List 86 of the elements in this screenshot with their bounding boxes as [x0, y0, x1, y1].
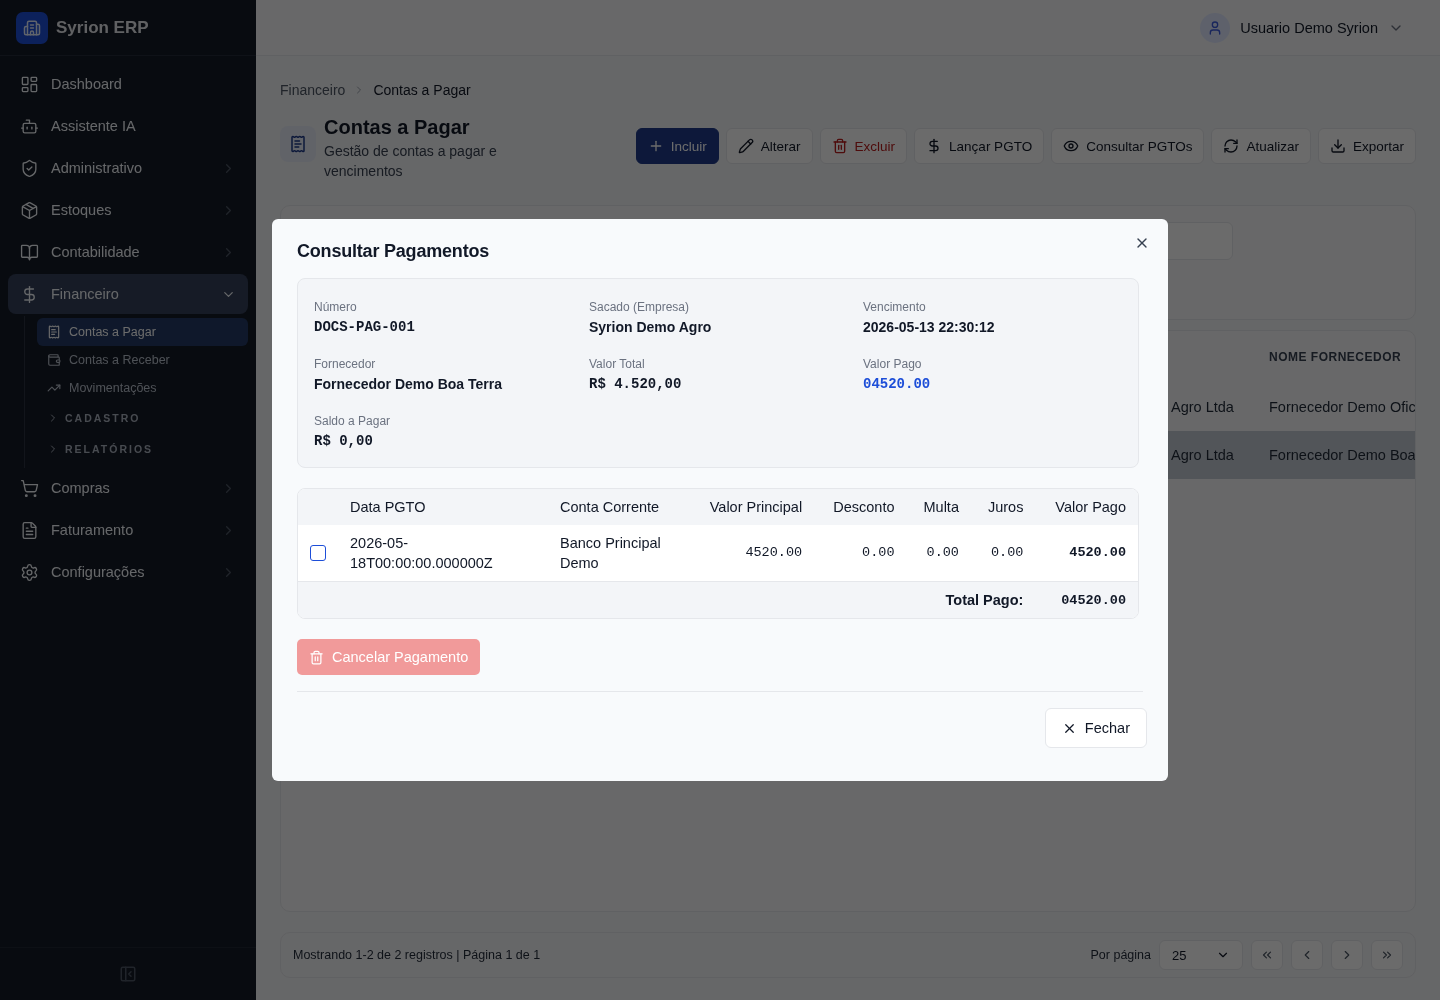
- receipt-icon: [289, 135, 307, 153]
- column-header: Multa: [906, 489, 971, 525]
- double-chevron-right-icon: [1380, 948, 1394, 962]
- field-label: Fornecedor: [314, 356, 377, 372]
- dialog-title: Consultar Pagamentos: [297, 241, 491, 262]
- pencil-icon: [737, 138, 754, 154]
- sidebar-item[interactable]: Contabilidade: [8, 232, 248, 272]
- shield-icon: [20, 158, 39, 178]
- breadcrumb-item[interactable]: Financeiro: [280, 82, 346, 98]
- refresh-icon: [1223, 138, 1240, 154]
- wallet-icon: [47, 353, 61, 367]
- column-header: Data PGTO: [338, 489, 548, 525]
- trash-icon: [831, 138, 848, 154]
- toolbar-button[interactable]: Alterar: [725, 128, 813, 164]
- table-cell-text: Agro Ltda: [1171, 399, 1235, 415]
- last-page-button[interactable]: [1371, 940, 1403, 970]
- field-label: Valor Total: [589, 356, 646, 372]
- column-header: Conta Corrente: [548, 489, 688, 525]
- sidebar-subitem[interactable]: Contas a Pagar: [37, 318, 248, 346]
- page-subtitle: Gestão de contas a pagar e vencimentos: [324, 142, 498, 181]
- breadcrumb-item[interactable]: Contas a Pagar: [373, 82, 471, 98]
- column-header: NOME FORNECEDOR: [1269, 350, 1403, 364]
- book-icon: [20, 242, 39, 262]
- total-value: 04520.00: [1035, 582, 1138, 618]
- sidebar-item[interactable]: Administrativo: [8, 148, 248, 188]
- field-label: Vencimento: [863, 299, 927, 315]
- sidebar-section[interactable]: RELATÓRIOS: [37, 433, 248, 464]
- double-chevron-left-icon: [1260, 948, 1274, 962]
- field-label: Sacado (Empresa): [589, 299, 691, 315]
- column-header: Desconto: [814, 489, 907, 525]
- first-page-button[interactable]: [1251, 940, 1283, 970]
- building-icon: [23, 18, 41, 37]
- receipt-icon: [47, 325, 61, 339]
- field-label: Saldo a Pagar: [314, 413, 392, 429]
- field-value: R$ 4.520,00: [589, 375, 683, 394]
- table-cell-text: Agro Ltda: [1171, 447, 1235, 463]
- close-dialog-button[interactable]: Fechar: [1044, 708, 1147, 748]
- total-label: Total Pago:: [298, 582, 1036, 618]
- field-value: 2026-05-13 22:30:12: [863, 318, 996, 337]
- per-page-select[interactable]: 25: [1159, 940, 1243, 970]
- cart-icon: [20, 478, 39, 498]
- column-header: Valor Pago: [1035, 489, 1138, 525]
- toolbar-button[interactable]: Atualizar: [1211, 128, 1311, 164]
- previous-page-button[interactable]: [1291, 940, 1323, 970]
- toolbar-button[interactable]: Exportar: [1317, 128, 1416, 164]
- app-name: Syrion ERP: [56, 17, 149, 38]
- toolbar-button[interactable]: Lançar PGTO: [914, 128, 1045, 164]
- field-value: R$ 0,00: [314, 432, 374, 451]
- field-value: Syrion Demo Agro: [589, 318, 713, 337]
- document-icon: [20, 520, 39, 540]
- field-value: DOCS-PAG-001: [314, 318, 416, 337]
- table-cell: Fornecedor Demo Ofic: [1269, 399, 1415, 415]
- sidebar-item[interactable]: Faturamento: [8, 510, 248, 550]
- box-icon: [20, 200, 39, 220]
- robot-icon: [20, 116, 39, 136]
- sidebar-item[interactable]: Configurações: [8, 552, 248, 592]
- toolbar-button[interactable]: Excluir: [819, 128, 908, 164]
- field-label: Valor Pago: [863, 356, 923, 372]
- sidebar-subitem[interactable]: Contas a Receber: [37, 346, 248, 374]
- dashboard-icon: [20, 74, 39, 94]
- sidebar-section[interactable]: CADASTRO: [37, 402, 248, 433]
- field-value: Fornecedor Demo Boa Terra: [314, 375, 503, 394]
- next-page-button[interactable]: [1331, 940, 1363, 970]
- page-title: Contas a Pagar: [324, 116, 471, 139]
- table-cell: Fornecedor Demo Boa: [1269, 447, 1415, 463]
- toolbar-button[interactable]: Consultar PGTOs: [1051, 128, 1205, 164]
- sidebar-subitem[interactable]: Movimentações: [37, 374, 248, 402]
- download-icon: [1329, 138, 1346, 154]
- eye-icon: [1063, 138, 1080, 154]
- sidebar-item[interactable]: Dashboard: [8, 64, 248, 104]
- pagination-summary: Mostrando 1-2 de 2 registros | Página 1 de 1: [293, 948, 541, 962]
- toolbar-button[interactable]: Incluir: [635, 128, 719, 164]
- column-header: Juros: [970, 489, 1036, 525]
- field-value: 04520.00: [863, 375, 932, 394]
- field-label: Número: [314, 299, 358, 315]
- per-page-label: Por página: [1090, 948, 1151, 962]
- user-menu[interactable]: Usuario Demo Syrion: [1200, 12, 1404, 43]
- collapse-sidebar-icon[interactable]: [119, 965, 137, 983]
- column-header: Valor Principal: [688, 489, 815, 525]
- row-checkbox[interactable]: [310, 545, 326, 561]
- sidebar-item[interactable]: Estoques: [8, 190, 248, 230]
- sidebar-item[interactable]: Compras: [8, 468, 248, 508]
- sidebar-item[interactable]: Financeiro: [8, 274, 248, 314]
- trash-icon: [309, 649, 324, 665]
- settings-icon: [20, 562, 39, 582]
- sidebar-item[interactable]: Assistente IA: [8, 106, 248, 146]
